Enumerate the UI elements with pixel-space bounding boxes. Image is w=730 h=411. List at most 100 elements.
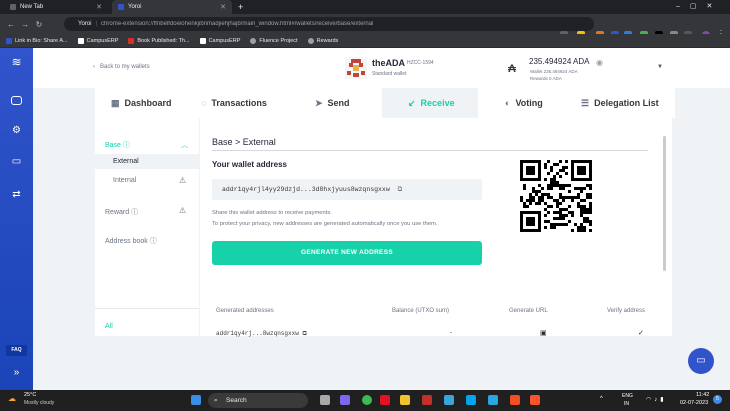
eye-icon[interactable]: ◉ [596, 58, 603, 67]
bookmark-icon [6, 37, 12, 44]
windows-taskbar: ☁ 25°C Mostly cloudy ⌕ Search ^ ENG IN ◠♪… [0, 390, 730, 411]
clock-time[interactable]: 11:42 [696, 392, 709, 398]
nav-internal[interactable]: Internal [113, 177, 136, 184]
wallet-balance: 235.494924 ADA [529, 57, 590, 66]
info-text-1: Share this wallet address to receive pay… [212, 210, 332, 216]
transactions-icon: ◌ [201, 98, 207, 108]
new-tab-icon[interactable]: + [238, 2, 243, 12]
reload-icon[interactable]: ↻ [32, 20, 46, 29]
task-view-icon[interactable] [320, 395, 330, 405]
wallet-address-field[interactable]: addr1qy4rjl4yy29dzjd...3d8hxjyuus8wzqnsg… [212, 179, 482, 200]
wallet-avatar [345, 57, 367, 79]
back-arrow-icon[interactable]: ← [4, 20, 18, 29]
generate-address-button[interactable]: GENERATE NEW ADDRESS [212, 241, 482, 265]
tab-voting[interactable]: ◐ Voting [505, 88, 543, 118]
taskbar-search[interactable]: ⌕ Search [208, 393, 308, 408]
nav-selected-bg [95, 154, 199, 169]
chrome-icon [10, 4, 16, 10]
bookmark-icon [250, 37, 257, 44]
info-text-2: To protect your privacy, new addresses a… [212, 221, 438, 227]
store-icon[interactable] [466, 395, 476, 405]
tab-transactions[interactable]: ◌ Transactions [201, 88, 267, 118]
verify-icon[interactable]: ✓ [638, 329, 644, 337]
list-icon: ☰ [581, 97, 590, 108]
wallet-balance-line: Wallet 235.494924 ADA [530, 69, 578, 74]
close-tab-icon[interactable]: ✕ [220, 3, 226, 11]
tab-send[interactable]: ➤ Send [315, 88, 350, 118]
bookmark-item[interactable]: Fluence Project [250, 37, 298, 44]
close-tab-icon[interactable]: ✕ [96, 3, 102, 11]
windows-start-icon[interactable] [191, 395, 201, 405]
exchange-icon[interactable]: ⇄ [10, 188, 23, 201]
dashboard-icon: ▦ [111, 97, 120, 108]
tab-new-tab[interactable]: New Tab ✕ [4, 0, 108, 14]
info-icon: ⓘ [149, 238, 157, 245]
bookmark-icon [199, 37, 206, 44]
filter-all[interactable]: All [105, 323, 113, 330]
warning-icon: ⚠ [179, 206, 187, 215]
page-title: Base > External [212, 137, 276, 147]
card-icon[interactable]: ▭ [10, 155, 23, 168]
language-2: IN [624, 401, 629, 407]
telegram-icon[interactable] [488, 395, 498, 405]
app-icon[interactable] [380, 395, 390, 405]
wallet-icon[interactable] [11, 96, 22, 105]
qr-small-icon[interactable]: ▣ [540, 329, 547, 337]
wallet-name: theADA [372, 58, 405, 68]
bookmark-item[interactable]: CampusERP [199, 37, 240, 44]
row-balance: - [450, 330, 452, 336]
nav-base[interactable]: Base ⓘ [105, 140, 130, 150]
chat-button[interactable]: ▭ [688, 348, 714, 374]
wallet-header: ‹ Back to my wallets theADA HZCC-1594 St… [33, 48, 730, 88]
voting-icon: ◐ [505, 98, 511, 108]
tab-yoroi[interactable]: Yoroi ✕ [112, 0, 232, 14]
bookmark-item[interactable]: CampusERP [77, 37, 118, 44]
language-1[interactable]: ENG [622, 393, 633, 399]
bookmark-icon [77, 37, 84, 44]
copy-icon[interactable]: ⧉ [398, 186, 403, 193]
scrollbar[interactable] [663, 136, 666, 271]
brave-icon[interactable] [530, 395, 540, 405]
url-field[interactable]: Yoroi | chrome-extension://ffnbelfdoeioh… [64, 17, 594, 31]
back-to-wallets-link[interactable]: ‹ Back to my wallets [93, 64, 150, 70]
col-balance: Balance (UTXO sum) [392, 308, 450, 314]
col-verify: Verify address [607, 308, 646, 314]
address-row[interactable]: addr1qy4rj...8wzqnsgxxw ⧉ [216, 330, 307, 338]
app-icon[interactable] [444, 395, 454, 405]
tab-receive[interactable]: ↙ Receive [382, 88, 478, 118]
office-icon[interactable] [510, 395, 520, 405]
chevron-down-icon[interactable]: ▼ [657, 64, 663, 70]
tray-chevron-icon[interactable]: ^ [600, 396, 603, 402]
notification-badge[interactable]: 5 [713, 395, 722, 404]
tab-delegation-list[interactable]: ☰ Delegation List [581, 88, 659, 118]
forward-arrow-icon[interactable]: → [18, 20, 32, 29]
col-generate-url: Generate URL [509, 308, 548, 314]
window-controls[interactable]: –▢✕ [676, 2, 722, 10]
app-icon[interactable] [422, 395, 432, 405]
rewards-balance-line: Rewards 0 ADA [530, 76, 562, 81]
bookmark-icon [128, 37, 135, 44]
chevron-up-icon[interactable]: ︿ [181, 140, 188, 150]
address-type-nav: Base ⓘ ︿ External Internal ⚠ Reward ⓘ ⚠ … [95, 118, 199, 336]
yoroi-logo-icon: ≋ [11, 55, 22, 69]
expand-sidebar-icon[interactable]: » [10, 366, 23, 379]
copy-icon[interactable]: ⧉ [302, 330, 306, 337]
nav-address-book[interactable]: Address book ⓘ [105, 236, 157, 246]
nav-reward[interactable]: Reward ⓘ [105, 207, 138, 217]
info-icon: ⓘ [122, 142, 130, 149]
divider [212, 150, 648, 151]
nav-external[interactable]: External [113, 158, 139, 165]
tab-dashboard[interactable]: ▦ Dashboard [111, 88, 172, 118]
bookmark-item[interactable]: Link in Bio: Share A... [6, 37, 68, 44]
bookmark-item[interactable]: Rewards [307, 37, 338, 44]
weather-icon: ☁ [8, 394, 16, 403]
folder-icon[interactable] [400, 395, 410, 405]
faq-button[interactable]: FAQ [6, 345, 27, 356]
system-tray-icons[interactable]: ◠♪▮ [646, 396, 667, 403]
chat-icon: ▭ [696, 355, 706, 366]
chrome-icon[interactable] [362, 395, 372, 405]
teams-icon[interactable] [340, 395, 350, 405]
settings-icon[interactable]: ⚙ [10, 124, 23, 137]
bookmark-item[interactable]: Book Published: Th... [128, 37, 190, 44]
col-generated: Generated addresses [216, 308, 274, 314]
